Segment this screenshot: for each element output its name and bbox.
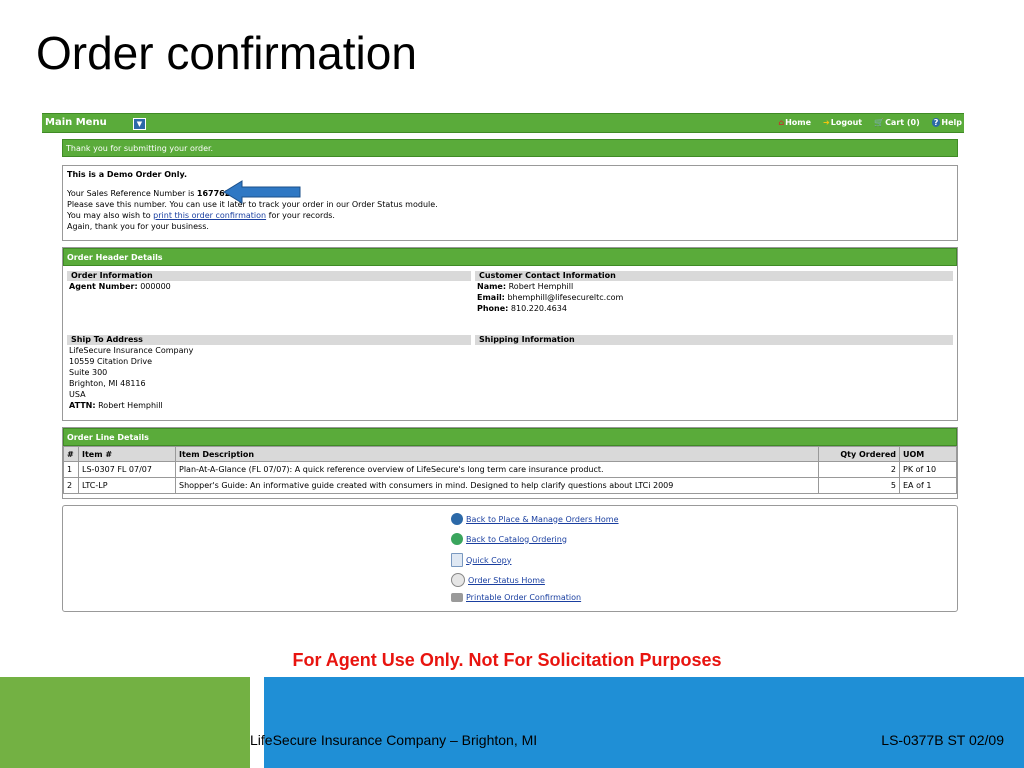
quick-copy-link[interactable]: Quick Copy [451, 553, 511, 567]
attn-line: ATTN: Robert Hemphill [69, 400, 193, 411]
agent-label: Agent Number: [69, 282, 138, 291]
address-line: Brighton, MI 48116 [69, 379, 146, 388]
agent-number-field: Agent Number: 000000 [69, 281, 171, 292]
order-status-home-label[interactable]: Order Status Home [468, 576, 545, 585]
back-icon [451, 513, 463, 525]
address-line: Suite 300 [69, 368, 108, 377]
help-icon: ? [931, 118, 941, 127]
order-lines-title: Order Line Details [63, 428, 957, 446]
contact-info-heading: Customer Contact Information [475, 271, 953, 281]
print-suffix: for your records. [266, 211, 335, 220]
catalog-icon [451, 533, 463, 545]
footer-code: LS-0377B ST 02/09 [881, 732, 1004, 748]
order-info-heading: Order Information [67, 271, 471, 281]
row-item-number: LTC-LP [78, 477, 176, 494]
footer-green-block [0, 677, 250, 768]
nav-help[interactable]: ? Help [931, 118, 962, 127]
home-icon: ⌂ [778, 118, 785, 127]
nav-home-label: Home [785, 118, 812, 127]
table-row: 2 LTC-LP Shopper's Guide: An informative… [63, 477, 957, 494]
copy-icon [451, 553, 463, 567]
back-to-catalog-label[interactable]: Back to Catalog Ordering [466, 535, 567, 544]
row-number: 1 [63, 461, 79, 478]
col-item-number: Item # [78, 446, 176, 462]
name-value: Robert Hemphill [508, 282, 574, 291]
reference-line: Your Sales Reference Number is 16776266. [67, 188, 953, 199]
back-to-catalog-link[interactable]: Back to Catalog Ordering [451, 533, 567, 545]
printable-confirmation-label[interactable]: Printable Order Confirmation [466, 593, 581, 602]
logout-icon: ➜ [823, 118, 830, 127]
actions-panel: Back to Place & Manage Orders Home Back … [62, 505, 958, 612]
row-qty: 5 [818, 477, 900, 494]
name-label: Name: [477, 282, 507, 291]
row-uom: PK of 10 [899, 461, 957, 478]
row-uom: EA of 1 [899, 477, 957, 494]
main-menu-bar: Main Menu ▼ ⌂Home ➜Logout 🛒Cart (0) ? Hel… [42, 113, 964, 133]
save-line: Please save this number. You can use it … [67, 200, 438, 209]
nav-logout-label: Logout [830, 118, 863, 127]
order-header-panel: Order Header Details Order Information A… [62, 247, 958, 421]
nav-logout[interactable]: ➜Logout [823, 118, 862, 127]
demo-notice: This is a Demo Order Only. [67, 170, 187, 179]
footer-company: LifeSecure Insurance Company – Brighton,… [250, 732, 538, 748]
email-value: bhemphill@lifesecureltc.com [507, 293, 624, 302]
nav-cart-label: Cart (0) [885, 118, 920, 127]
order-lines-table: # Item # Item Description Qty Ordered UO… [63, 446, 957, 494]
row-description: Shopper's Guide: An informative guide cr… [175, 477, 819, 494]
back-to-orders-home-label[interactable]: Back to Place & Manage Orders Home [466, 515, 619, 524]
printer-icon [451, 593, 463, 602]
order-confirmation-screen: Main Menu ▼ ⌂Home ➜Logout 🛒Cart (0) ? Hel… [42, 113, 964, 613]
order-lines-panel: Order Line Details # Item # Item Descrip… [62, 427, 958, 499]
row-qty: 2 [818, 461, 900, 478]
order-header-title: Order Header Details [63, 248, 957, 266]
printable-confirmation-link[interactable]: Printable Order Confirmation [451, 593, 581, 602]
attn-label: ATTN: [69, 401, 96, 410]
row-description: Plan-At-A-Glance (FL 07/07): A quick ref… [175, 461, 819, 478]
ship-to-address: LifeSecure Insurance Company 10559 Citat… [69, 345, 193, 411]
attn-value: Robert Hemphill [98, 401, 163, 410]
contact-name-field: Name: Robert Hemphill [477, 281, 573, 292]
col-number: # [63, 446, 79, 462]
phone-value: 810.220.4634 [510, 304, 567, 313]
cart-icon: 🛒 [874, 118, 885, 127]
col-uom: UOM [899, 446, 957, 462]
chevron-down-icon[interactable]: ▼ [133, 118, 146, 130]
email-label: Email: [477, 293, 505, 302]
confirmation-message-box: This is a Demo Order Only. Your Sales Re… [62, 165, 958, 241]
order-status-home-link[interactable]: Order Status Home [451, 573, 545, 587]
print-prefix: You may also wish to [67, 211, 154, 220]
nav-home[interactable]: ⌂Home [778, 118, 811, 127]
status-icon [451, 573, 465, 587]
top-nav-links: ⌂Home ➜Logout 🛒Cart (0) ? Help [778, 118, 962, 127]
ref-prefix: Your Sales Reference Number is [67, 189, 197, 198]
footer-blue-block [264, 677, 1024, 768]
slide-title: Order confirmation [36, 27, 417, 79]
ship-to-heading: Ship To Address [67, 335, 471, 345]
table-row: 1 LS-0307 FL 07/07 Plan-At-A-Glance (FL … [63, 461, 957, 478]
disclaimer-text: For Agent Use Only. Not For Solicitation… [292, 650, 722, 670]
row-item-number: LS-0307 FL 07/07 [78, 461, 176, 478]
nav-help-label: Help [941, 118, 962, 127]
address-line: LifeSecure Insurance Company [69, 346, 194, 355]
thanks-again-line: Again, thank you for your business. [67, 222, 209, 231]
col-qty-ordered: Qty Ordered [818, 446, 900, 462]
contact-phone-field: Phone: 810.220.4634 [477, 303, 567, 314]
contact-email-field: Email: bhemphill@lifesecureltc.com [477, 292, 623, 303]
callout-arrow-icon [223, 180, 301, 204]
phone-label: Phone: [477, 304, 509, 313]
agent-value: 000000 [140, 282, 171, 291]
row-number: 2 [63, 477, 79, 494]
nav-cart[interactable]: 🛒Cart (0) [874, 118, 920, 127]
quick-copy-label[interactable]: Quick Copy [466, 556, 511, 565]
address-line: USA [69, 390, 86, 399]
shipping-info-heading: Shipping Information [475, 335, 953, 345]
main-menu-label[interactable]: Main Menu [45, 117, 107, 128]
print-line: You may also wish to print this order co… [67, 210, 953, 221]
table-header-row: # Item # Item Description Qty Ordered UO… [63, 446, 957, 462]
col-item-description: Item Description [175, 446, 819, 462]
address-line: 10559 Citation Drive [69, 357, 153, 366]
print-confirmation-link[interactable]: print this order confirmation [153, 211, 266, 220]
back-to-orders-home-link[interactable]: Back to Place & Manage Orders Home [451, 513, 619, 525]
thank-you-banner: Thank you for submitting your order. [62, 139, 958, 157]
